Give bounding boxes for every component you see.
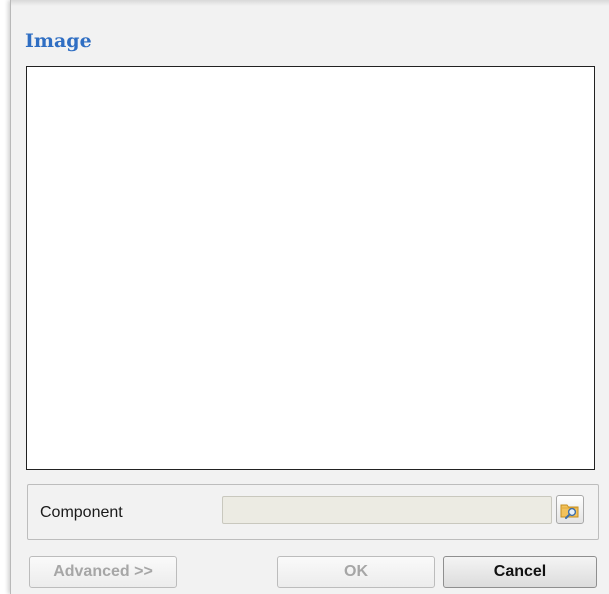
component-field[interactable] <box>222 496 552 524</box>
ok-button[interactable]: OK <box>277 556 435 588</box>
image-preview-area <box>26 66 595 470</box>
cancel-button[interactable]: Cancel <box>443 556 597 588</box>
dialog-top-edge <box>11 0 609 6</box>
image-dialog: Image Component Advanced >> OK Cancel <box>10 0 609 594</box>
dialog-title: Image <box>25 30 92 52</box>
advanced-button[interactable]: Advanced >> <box>29 556 177 588</box>
component-panel: Component <box>27 484 599 540</box>
component-label: Component <box>40 504 123 521</box>
browse-component-button[interactable] <box>556 495 584 524</box>
folder-search-icon <box>560 504 579 519</box>
